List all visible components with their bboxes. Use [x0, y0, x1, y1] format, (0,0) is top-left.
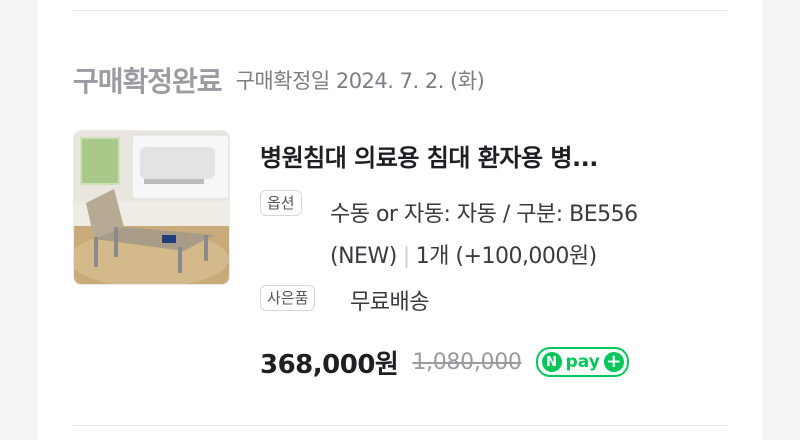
quantity-text: 1개 (+100,000원) [415, 244, 598, 269]
product-name-link[interactable]: 병원침대 의료용 침대 환자용 병... [260, 138, 720, 173]
gift-text: 무료배송 [350, 290, 429, 315]
hospital-bed-image [74, 131, 229, 284]
npay-label: pay [565, 352, 600, 372]
gift-tag: 사은품 [260, 285, 316, 311]
sale-price: 368,000원 [260, 349, 399, 380]
original-price: 1,080,000 [412, 349, 522, 375]
npay-n-icon: N [541, 352, 562, 372]
purchase-confirm-date: 구매확정일 2024. 7. 2. (화) [235, 69, 485, 93]
gift-tag-row: 사은품 [260, 285, 316, 311]
option-tag-row: 옵션 [260, 190, 302, 216]
product-thumbnail[interactable] [73, 130, 230, 285]
option-details: 수동 or 자동: 자동 / 구분: BE556 (NEW) | 1개 (+100,… [330, 194, 730, 278]
order-status-row: 구매확정완료 구매확정일 2024. 7. 2. (화) [73, 60, 485, 100]
divider [73, 10, 727, 11]
separator: | [402, 244, 410, 269]
price-row: 368,000원 1,080,000 N pay + [260, 342, 629, 382]
divider [73, 425, 727, 426]
option-tag: 옵션 [260, 190, 302, 216]
plus-icon: + [603, 352, 624, 372]
order-status-title: 구매확정완료 [73, 65, 223, 98]
npay-badge: N pay + [535, 347, 629, 377]
